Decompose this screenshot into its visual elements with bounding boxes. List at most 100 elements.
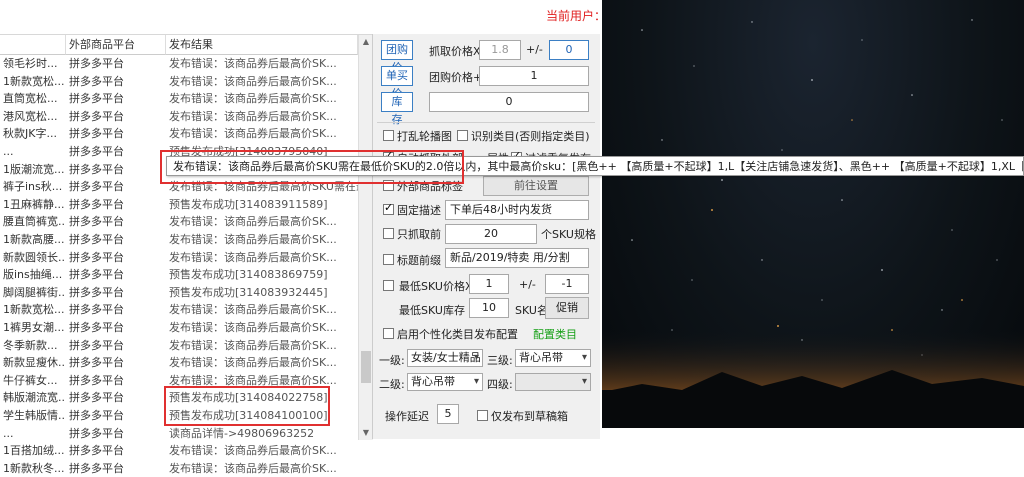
table-cell-result: 发布错误：该商品券后最高价SK... <box>169 461 337 475</box>
table-cell-title: ... <box>3 426 14 440</box>
table-cell-result: 读商品详情->49806963252 <box>169 426 315 440</box>
level2-label: 二级: <box>379 378 405 391</box>
table-cell-title: 港风宽松... <box>3 109 58 123</box>
sku-name-label: SKU名 <box>515 304 548 317</box>
draft-label: 仅发布到草稿箱 <box>491 410 568 423</box>
table-cell-title: 1新款宽松... <box>3 303 65 317</box>
delay-input[interactable]: 5 <box>437 404 459 424</box>
scroll-down-icon[interactable]: ▼ <box>359 426 373 440</box>
table-cell-platform: 拼多多平台 <box>69 92 124 106</box>
table-row[interactable]: 新款显瘦休... 拼多多平台 发布错误：该商品券后最高价SK... <box>0 354 358 372</box>
level4-select[interactable] <box>515 373 591 391</box>
annotation-box-rows <box>164 386 330 426</box>
table-row[interactable]: 领毛衫时... 拼多多平台 发布错误：该商品券后最高价SK... <box>0 55 358 73</box>
table-cell-platform: 拼多多平台 <box>69 109 124 123</box>
table-row[interactable]: 1新款高腰... 拼多多平台 发布错误：该商品券后最高价SK... <box>0 231 358 249</box>
table-cell-platform: 拼多多平台 <box>69 268 124 282</box>
shuffle-image-checkbox[interactable] <box>383 130 394 141</box>
table-row[interactable]: 1新款宽松... 拼多多平台 发布错误：该商品券后最高价SK... <box>0 301 358 319</box>
table-cell-platform: 拼多多平台 <box>69 444 124 458</box>
stock-button[interactable]: 库 存 <box>381 92 414 126</box>
table-cell-title: 新款显瘦休... <box>3 356 66 370</box>
group-price-button[interactable]: 团购价 <box>381 40 413 74</box>
table-row[interactable]: 1丑麻裤静... 拼多多平台 预售发布成功[314083911589] <box>0 196 358 214</box>
table-row[interactable]: 腰直筒裤宽... 拼多多平台 发布错误：该商品券后最高价SK... <box>0 213 358 231</box>
table-cell-result: 发布错误：该商品券后最高价SK... <box>169 321 337 334</box>
only-fetch-input[interactable]: 20 <box>445 224 537 244</box>
table-cell-platform: 拼多多平台 <box>69 373 124 387</box>
table-cell-platform: 拼多多平台 <box>69 303 124 317</box>
table-row[interactable]: ... 拼多多平台 读商品详情->49806963252 <box>0 425 358 443</box>
star-field <box>602 19 1024 428</box>
table-cell-result: 发布错误：该商品券后最高价SK... <box>169 109 337 123</box>
table-row[interactable]: 1新款秋冬... 拼多多平台 发布错误：该商品券后最高价SK... <box>0 460 358 477</box>
table-row[interactable]: 脚阔腿裤街... 拼多多平台 预售发布成功[314083932445] <box>0 284 358 302</box>
night-sky-photo <box>602 0 1024 428</box>
table-row[interactable]: 冬季新款... 拼多多平台 发布错误：该商品券后最高价SK... <box>0 337 358 355</box>
fetch-offset-input[interactable]: 0 <box>549 40 589 60</box>
annotation-box-tooltip <box>160 150 464 184</box>
table-cell-result: 预售发布成功[314083911589] <box>169 197 328 211</box>
scrollbar-thumb[interactable] <box>361 351 371 383</box>
title-prefix-label: 标题前缀 <box>397 254 441 267</box>
table-cell-result: 发布错误：该商品券后最高价SK... <box>169 356 337 370</box>
group-price-input[interactable]: 1 <box>479 66 589 86</box>
draft-checkbox[interactable] <box>477 410 488 421</box>
table-cell-title: 牛仔裤女... <box>3 373 58 387</box>
table-row[interactable]: 1新款宽松... 拼多多平台 发布错误：该商品券后最高价SK... <box>0 73 358 91</box>
fetch-price-input[interactable]: 1.8 <box>479 40 521 60</box>
fixed-desc-checkbox[interactable] <box>383 201 394 215</box>
table-row[interactable]: 1百搭加绒... 拼多多平台 发布错误：该商品券后最高价SK... <box>0 442 358 460</box>
table-cell-platform: 拼多多平台 <box>69 197 124 211</box>
personal-category-checkbox[interactable] <box>383 328 394 339</box>
table-row[interactable]: 版ins抽绳... 拼多多平台 预售发布成功[314083869759] <box>0 266 358 284</box>
min-sku-offset-input[interactable]: -1 <box>545 274 589 294</box>
column-header-result[interactable]: 发布结果 <box>166 35 358 55</box>
table-cell-result: 发布错误：该商品券后最高价SK... <box>169 74 337 88</box>
table-row[interactable]: 秋款JK字... 拼多多平台 发布错误：该商品券后最高价SK... <box>0 125 358 143</box>
only-fetch-checkbox[interactable] <box>383 228 394 239</box>
table-cell-result: 发布错误：该商品券后最高价SK... <box>169 92 337 106</box>
table-cell-platform: 拼多多平台 <box>69 391 124 405</box>
table-cell-platform: 拼多多平台 <box>69 74 124 88</box>
fixed-desc-input[interactable]: 下单后48小时内发货 <box>445 200 589 220</box>
min-sku-stock-input[interactable]: 10 <box>469 298 509 318</box>
level1-select[interactable]: 女装/女士精品 <box>407 349 483 367</box>
min-sku-price-input[interactable]: 1 <box>469 274 509 294</box>
single-price-button[interactable]: 单买价 <box>381 66 413 100</box>
table-row[interactable]: 港风宽松... 拼多多平台 发布错误：该商品券后最高价SK... <box>0 108 358 126</box>
table-row[interactable]: 1裤男女潮... 拼多多平台 发布错误：该商品券后最高价SK... <box>0 319 358 337</box>
table-cell-result: 发布错误：该商品券后最高价SK... <box>169 233 337 246</box>
title-prefix-checkbox[interactable] <box>383 254 394 265</box>
scroll-up-icon[interactable]: ▲ <box>359 35 373 49</box>
identify-category-checkbox[interactable] <box>457 130 468 141</box>
table-row[interactable]: 新款圆领长... 拼多多平台 发布错误：该商品券后最高价SK... <box>0 249 358 267</box>
table-cell-title: 1新款高腰... <box>3 233 65 246</box>
vertical-scrollbar[interactable]: ▲ ▼ <box>358 35 373 440</box>
level3-select[interactable]: 背心吊带 <box>515 349 591 367</box>
table-cell-platform: 拼多多平台 <box>69 145 124 158</box>
stock-input[interactable]: 0 <box>429 92 589 112</box>
divider <box>377 122 595 123</box>
table-cell-platform: 拼多多平台 <box>69 215 124 229</box>
table-cell-platform: 拼多多平台 <box>69 162 124 176</box>
table-cell-title: 学生韩版情... <box>3 409 66 422</box>
config-category-link[interactable]: 配置类目 <box>533 326 577 342</box>
table-row[interactable]: 直筒宽松... 拼多多平台 发布错误：该商品券后最高价SK... <box>0 90 358 108</box>
table-cell-title: 版ins抽绳... <box>3 268 63 282</box>
level2-select[interactable]: 背心吊带 <box>407 373 483 391</box>
promo-button[interactable]: 促销 <box>545 297 589 319</box>
table-cell-result: 发布错误：该商品券后最高价SK... <box>169 444 337 458</box>
column-header-platform[interactable]: 外部商品平台 <box>66 35 166 55</box>
goto-settings-button[interactable]: 前往设置 <box>483 176 589 196</box>
min-sku-checkbox[interactable] <box>383 280 394 291</box>
table-cell-title: 脚阔腿裤街... <box>3 285 66 299</box>
table-cell-title: 1裤男女潮... <box>3 321 65 334</box>
table-cell-title: 1百搭加绒... <box>3 444 65 458</box>
title-prefix-input[interactable]: 新品/2019/特卖 用/分割 <box>445 248 589 268</box>
fetch-price-label: 抓取价格X <box>429 45 481 58</box>
table-cell-result: 预售发布成功[314083932445] <box>169 285 328 299</box>
table-cell-title: 1新款宽松... <box>3 74 65 88</box>
table-cell-result: 发布错误：该商品券后最高价SK... <box>169 127 337 141</box>
column-header-title[interactable] <box>0 35 66 55</box>
